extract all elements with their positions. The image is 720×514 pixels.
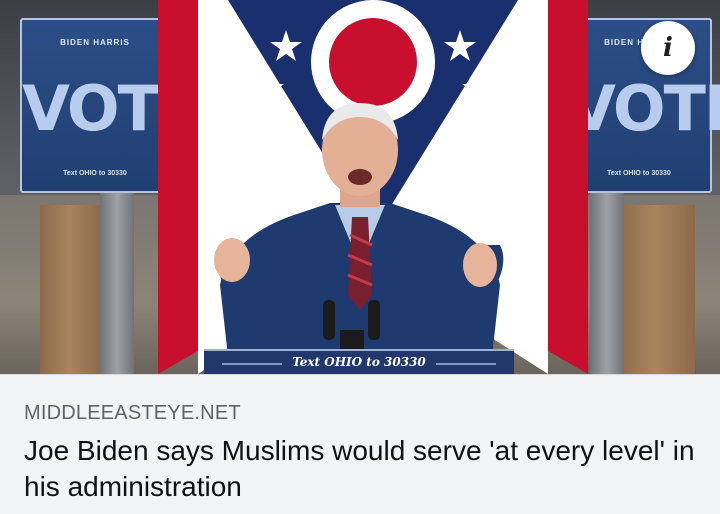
sign-sub-text: Text OHIO to 30330 (607, 170, 671, 177)
pillar (100, 190, 134, 374)
link-caption[interactable]: MIDDLEEASTEYE.NET Joe Biden says Muslims… (0, 374, 720, 514)
wood-panel (615, 205, 695, 374)
preview-image[interactable]: BIDEN HARRIS VOTE Text OHIO to 30330 BID… (0, 0, 720, 374)
sign-sub-text: Text OHIO to 30330 (63, 170, 127, 177)
sign-vote-text: VOTE (22, 72, 200, 145)
podium-text: Text OHIO to 30330 (292, 355, 426, 369)
pillar (590, 190, 624, 374)
podium-banner: Text OHIO to 30330 (204, 349, 514, 374)
sign-top-text: BIDEN HARRIS (60, 38, 130, 47)
link-preview-card[interactable]: BIDEN HARRIS VOTE Text OHIO to 30330 BID… (0, 0, 720, 514)
headline[interactable]: Joe Biden says Muslims would serve 'at e… (24, 433, 696, 505)
speaker (214, 103, 504, 374)
vote-sign-left: BIDEN HARRIS VOTE Text OHIO to 30330 (20, 18, 200, 193)
info-button[interactable]: i (641, 21, 695, 75)
wood-panel (40, 205, 100, 374)
source-domain: MIDDLEEASTEYE.NET (24, 402, 241, 424)
sign-vote-text: VOTE (568, 72, 720, 145)
info-icon: i (663, 33, 673, 63)
